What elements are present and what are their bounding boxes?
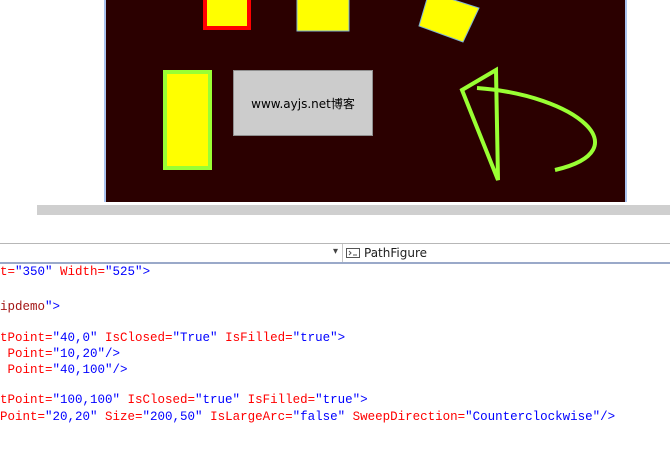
horizontal-scrollbar[interactable] (37, 205, 670, 215)
canvas-frame: www.ayjs.net博客 (104, 0, 627, 202)
code-line[interactable]: ipdemo"> (0, 299, 60, 315)
yellow-rect-top[interactable] (296, 0, 350, 32)
code-token: /> (600, 410, 616, 424)
code-token: "350" (15, 265, 53, 279)
code-token: Size= (97, 410, 143, 424)
member-dropdown[interactable]: PathFigure (346, 244, 427, 262)
code-token: "true" (292, 331, 338, 345)
code-token: "true" (315, 393, 361, 407)
code-token: "> (45, 300, 61, 314)
xaml-navigation-bar: ▾ PathFigure (0, 244, 670, 264)
code-token: > (142, 265, 151, 279)
xaml-element-icon (346, 248, 360, 258)
code-token: Point= (0, 347, 53, 361)
code-token: IsFilled= (240, 393, 316, 407)
code-line[interactable]: t="350" Width="525"> (0, 264, 150, 280)
xaml-code-editor[interactable]: t="350" Width="525"> ipdemo"> tPoint="40,0… (0, 264, 670, 472)
code-line[interactable]: tPoint="40,0" IsClosed="True" IsFilled="… (0, 330, 345, 346)
code-token: ipdemo (0, 300, 46, 314)
code-token: /> (112, 363, 128, 377)
code-line[interactable]: tPoint="100,100" IsClosed="true" IsFille… (0, 392, 368, 408)
element-dropdown[interactable]: ▾ (0, 244, 343, 262)
rotated-yellow-rect[interactable] (418, 0, 480, 43)
code-token: "10,20" (52, 347, 106, 361)
code-token: IsLargeArc= (202, 410, 293, 424)
code-token: > (360, 393, 368, 407)
code-line[interactable]: Point="40,100"/> (0, 362, 128, 378)
code-token: "20,20" (45, 410, 98, 424)
code-token: "false" (292, 410, 346, 424)
code-token: "40,0" (52, 331, 98, 345)
red-bordered-rect[interactable] (203, 0, 251, 30)
code-token: Width= (52, 265, 106, 279)
code-token: IsClosed= (97, 331, 173, 345)
code-token: > (337, 331, 346, 345)
member-dropdown-label: PathFigure (364, 246, 427, 260)
code-token: "200,50" (142, 410, 203, 424)
code-token: "true" (195, 393, 241, 407)
code-token: "100,100" (52, 393, 121, 407)
code-token: /> (105, 347, 121, 361)
code-token: "525" (105, 265, 143, 279)
code-token: Point= (0, 363, 53, 377)
chevron-down-icon[interactable]: ▾ (333, 246, 338, 257)
code-token: Point= (0, 410, 46, 424)
code-token: IsFilled= (217, 331, 293, 345)
green-bordered-rect[interactable] (163, 70, 212, 170)
code-token: "Counterclockwise" (465, 410, 601, 424)
code-token: "40,100" (52, 363, 113, 377)
code-line[interactable]: Point="10,20"/> (0, 346, 121, 362)
code-token: SweepDirection= (345, 410, 466, 424)
code-token: "True" (172, 331, 218, 345)
code-token: IsClosed= (120, 393, 196, 407)
code-token: tPoint= (0, 393, 53, 407)
code-token: t= (0, 265, 16, 279)
code-token: tPoint= (0, 331, 53, 345)
code-line[interactable]: Point="20,20" Size="200,50" IsLargeArc="… (0, 409, 615, 425)
design-surface: www.ayjs.net博客 (0, 0, 670, 244)
design-canvas[interactable]: www.ayjs.net博客 (106, 0, 625, 202)
canvas-button[interactable]: www.ayjs.net博客 (233, 70, 373, 136)
